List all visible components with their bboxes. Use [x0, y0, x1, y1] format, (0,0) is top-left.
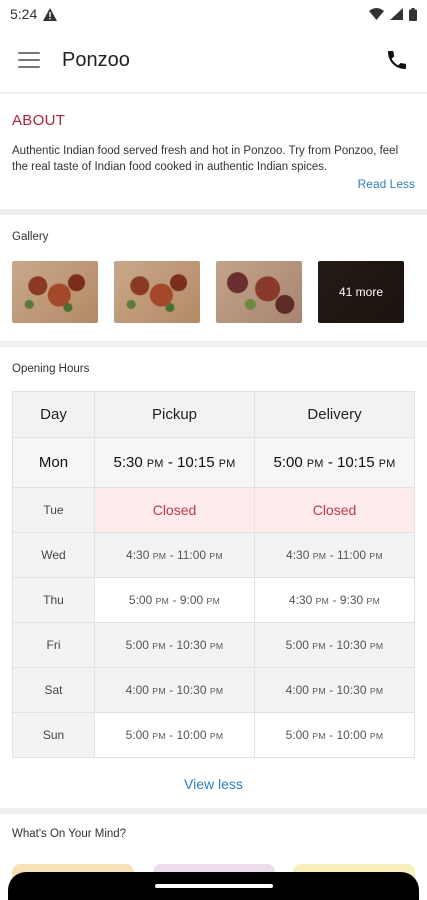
day-cell: Mon: [12, 437, 95, 488]
gallery-image[interactable]: [12, 261, 98, 323]
about-section: ABOUT Authentic Indian food served fresh…: [0, 94, 427, 209]
opening-hours-section: Opening Hours Day Pickup Delivery Mon 5:…: [0, 347, 427, 808]
warning-icon: [43, 7, 58, 21]
delivery-cell: 4:30 PM - 9:30 PM: [254, 577, 415, 623]
whats-on-your-mind-label: What's On Your Mind?: [12, 828, 127, 840]
day-cell: Tue: [12, 487, 95, 533]
pickup-cell: 5:00 PM - 9:00 PM: [94, 577, 255, 623]
opening-hours-label: Opening Hours: [12, 363, 90, 375]
table-row: Wed 4:30 PM - 11:00 PM 4:30 PM - 11:00 P…: [12, 532, 415, 578]
about-text: Authentic Indian food served fresh and h…: [12, 145, 399, 173]
delivery-cell: 5:00 PM - 10:00 PM: [254, 712, 415, 758]
about-heading: ABOUT: [12, 112, 66, 129]
column-header-pickup: Pickup: [94, 391, 255, 438]
table-row: Sat 4:00 PM - 10:30 PM 4:00 PM - 10:30 P…: [12, 667, 415, 713]
signal-icon: [390, 8, 403, 20]
gallery-section: Gallery 41 more: [0, 215, 427, 341]
pickup-cell: 4:30 PM - 11:00 PM: [94, 532, 255, 578]
app-bar: Ponzoo: [0, 28, 427, 92]
table-row: Tue Closed Closed: [12, 487, 415, 533]
pickup-cell: 5:00 PM - 10:30 PM: [94, 622, 255, 668]
pickup-cell: 5:30 PM - 10:15 PM: [94, 437, 255, 488]
hamburger-menu-icon[interactable]: [18, 52, 40, 68]
wifi-icon: [369, 8, 384, 20]
gesture-navigation-bar: [8, 872, 419, 900]
opening-hours-table: Day Pickup Delivery Mon 5:30 PM - 10:15 …: [12, 391, 415, 758]
battery-icon: [409, 7, 417, 21]
delivery-cell: 4:30 PM - 11:00 PM: [254, 532, 415, 578]
table-row: Fri 5:00 PM - 10:30 PM 5:00 PM - 10:30 P…: [12, 622, 415, 668]
column-header-day: Day: [12, 391, 95, 438]
table-row: Thu 5:00 PM - 9:00 PM 4:30 PM - 9:30 PM: [12, 577, 415, 623]
day-cell: Sun: [12, 712, 95, 758]
gallery-image[interactable]: [216, 261, 302, 323]
read-less-link[interactable]: Read Less: [12, 177, 415, 191]
status-time: 5:24: [10, 6, 38, 22]
home-gesture-handle[interactable]: [154, 884, 273, 888]
delivery-closed-cell: Closed: [254, 487, 415, 533]
delivery-cell: 5:00 PM - 10:30 PM: [254, 622, 415, 668]
delivery-cell: 4:00 PM - 10:30 PM: [254, 667, 415, 713]
column-header-delivery: Delivery: [254, 391, 415, 438]
status-bar: 5:24: [0, 0, 427, 28]
phone-icon[interactable]: [385, 48, 409, 72]
gallery-more-label[interactable]: 41 more: [318, 261, 404, 323]
page-title: Ponzoo: [62, 48, 130, 71]
day-cell: Thu: [12, 577, 95, 623]
view-less-link[interactable]: View less: [12, 758, 415, 808]
gallery-more-image[interactable]: 41 more: [318, 261, 404, 323]
pickup-cell: 4:00 PM - 10:30 PM: [94, 667, 255, 713]
day-cell: Sat: [12, 667, 95, 713]
table-row: Mon 5:30 PM - 10:15 PM 5:00 PM - 10:15 P…: [12, 437, 415, 488]
gallery-thumbnails: 41 more: [12, 261, 415, 323]
gallery-label: Gallery: [12, 231, 49, 243]
gallery-image[interactable]: [114, 261, 200, 323]
day-cell: Fri: [12, 622, 95, 668]
pickup-cell: 5:00 PM - 10:00 PM: [94, 712, 255, 758]
day-cell: Wed: [12, 532, 95, 578]
table-row: Sun 5:00 PM - 10:00 PM 5:00 PM - 10:00 P…: [12, 712, 415, 758]
delivery-cell: 5:00 PM - 10:15 PM: [254, 437, 415, 488]
pickup-closed-cell: Closed: [94, 487, 255, 533]
table-header-row: Day Pickup Delivery: [12, 391, 415, 438]
